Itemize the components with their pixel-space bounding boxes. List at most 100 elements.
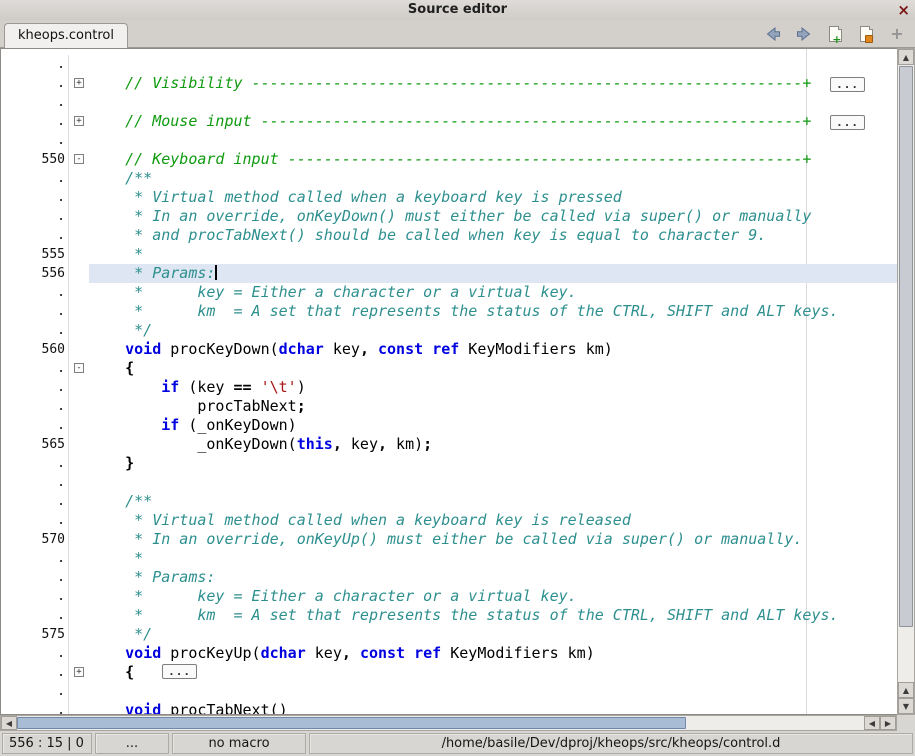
code-text[interactable]: * Virtual method called when a keyboard … <box>89 188 897 207</box>
line-number[interactable]: . <box>15 682 69 701</box>
bookmark-gutter-cell[interactable] <box>1 549 15 568</box>
fold-toggle-icon[interactable]: - <box>74 154 84 164</box>
edit-document-button[interactable] <box>854 23 878 45</box>
bookmark-gutter-cell[interactable] <box>1 625 15 644</box>
code-line[interactable]: .+ {... <box>1 663 897 682</box>
new-document-button[interactable]: + <box>823 23 847 45</box>
bookmark-gutter-cell[interactable] <box>1 340 15 359</box>
code-line[interactable]: . if (_onKeyDown) <box>1 416 897 435</box>
fold-toggle-icon[interactable]: + <box>74 78 84 88</box>
code-line[interactable]: . /** <box>1 169 897 188</box>
go-forward-button[interactable] <box>792 23 816 45</box>
bookmark-gutter-cell[interactable] <box>1 492 15 511</box>
line-number[interactable]: . <box>15 131 69 150</box>
code-text[interactable]: procTabNext; <box>89 397 897 416</box>
line-number[interactable]: . <box>15 169 69 188</box>
bookmark-gutter-cell[interactable] <box>1 644 15 663</box>
line-number[interactable]: . <box>15 701 69 715</box>
code-text[interactable]: */ <box>89 625 897 644</box>
vertical-scrollbar[interactable]: ▲ ▲ ▼ <box>897 48 915 715</box>
line-number[interactable]: 556 <box>15 264 69 283</box>
bookmark-gutter-cell[interactable] <box>1 150 15 169</box>
bookmark-gutter-cell[interactable] <box>1 264 15 283</box>
code-line[interactable]: . procTabNext; <box>1 397 897 416</box>
code-line[interactable]: . * key = Either a character or a virtua… <box>1 283 897 302</box>
code-line[interactable]: . * Params: <box>1 568 897 587</box>
line-number[interactable]: . <box>15 55 69 74</box>
code-text[interactable]: // Keyboard input ----------------------… <box>89 150 897 169</box>
bookmark-gutter-cell[interactable] <box>1 112 15 131</box>
code-text[interactable]: * In an override, onKeyDown() must eithe… <box>89 207 897 226</box>
line-number[interactable]: . <box>15 226 69 245</box>
code-text[interactable] <box>89 682 897 701</box>
line-number[interactable]: . <box>15 321 69 340</box>
code-text[interactable]: // Visibility --------------------------… <box>89 74 897 93</box>
line-number[interactable]: . <box>15 492 69 511</box>
code-text[interactable] <box>89 473 897 492</box>
code-line[interactable]: . } <box>1 454 897 473</box>
code-line[interactable]: 565 _onKeyDown(this, key, km); <box>1 435 897 454</box>
line-number[interactable]: 575 <box>15 625 69 644</box>
line-number[interactable]: . <box>15 378 69 397</box>
scroll-up-button-secondary[interactable]: ▲ <box>898 682 914 698</box>
horizontal-scroll-track[interactable] <box>17 716 864 730</box>
tab-kheops-control[interactable]: kheops.control <box>4 23 128 48</box>
line-number[interactable]: . <box>15 549 69 568</box>
line-number[interactable]: . <box>15 473 69 492</box>
bookmark-gutter-cell[interactable] <box>1 359 15 378</box>
line-number[interactable]: 565 <box>15 435 69 454</box>
code-line[interactable]: 550- // Keyboard input -----------------… <box>1 150 897 169</box>
code-text[interactable]: * km = A set that represents the status … <box>89 606 897 625</box>
fold-toggle-icon[interactable]: + <box>74 667 84 677</box>
line-number[interactable]: 550 <box>15 150 69 169</box>
code-text[interactable]: * key = Either a character or a virtual … <box>89 283 897 302</box>
bookmark-gutter-cell[interactable] <box>1 131 15 150</box>
line-number[interactable]: . <box>15 587 69 606</box>
fold-toggle-icon[interactable]: - <box>74 363 84 373</box>
line-number[interactable]: . <box>15 93 69 112</box>
code-line[interactable]: .- { <box>1 359 897 378</box>
code-text[interactable]: { <box>89 359 897 378</box>
line-number[interactable]: . <box>15 511 69 530</box>
scroll-up-button[interactable]: ▲ <box>898 49 914 65</box>
code-text[interactable]: } <box>89 454 897 473</box>
code-text[interactable] <box>89 93 897 112</box>
line-number[interactable]: . <box>15 644 69 663</box>
code-text[interactable]: * <box>89 245 897 264</box>
bookmark-gutter-cell[interactable] <box>1 207 15 226</box>
scroll-left-button[interactable]: ◀ <box>1 716 17 730</box>
scroll-left-button-secondary[interactable]: ◀ <box>864 716 880 730</box>
folded-code-ellipsis[interactable]: ... <box>162 664 197 679</box>
code-line[interactable]: 575 */ <box>1 625 897 644</box>
line-number[interactable]: 570 <box>15 530 69 549</box>
code-line[interactable]: . * and procTabNext() should be called w… <box>1 226 897 245</box>
code-text[interactable]: */ <box>89 321 897 340</box>
code-text[interactable]: * Params: <box>89 264 897 283</box>
go-back-button[interactable] <box>761 23 785 45</box>
line-number[interactable]: 560 <box>15 340 69 359</box>
code-text[interactable]: * <box>89 549 897 568</box>
detach-editor-button[interactable]: + <box>885 23 909 45</box>
bookmark-gutter-cell[interactable] <box>1 302 15 321</box>
bookmark-gutter-cell[interactable] <box>1 226 15 245</box>
line-number[interactable]: . <box>15 663 69 682</box>
code-text[interactable]: _onKeyDown(this, key, km); <box>89 435 897 454</box>
close-icon[interactable]: × <box>897 1 910 19</box>
bookmark-gutter-cell[interactable] <box>1 568 15 587</box>
code-line[interactable]: .+ // Visibility -----------------------… <box>1 74 897 93</box>
line-number[interactable]: . <box>15 188 69 207</box>
code-text[interactable]: * km = A set that represents the status … <box>89 302 897 321</box>
code-line[interactable]: . <box>1 682 897 701</box>
code-text[interactable]: void procTabNext() <box>89 701 897 715</box>
code-line[interactable]: 570 * In an override, onKeyUp() must eit… <box>1 530 897 549</box>
line-number[interactable]: . <box>15 416 69 435</box>
code-text[interactable]: if (key == '\t') <box>89 378 897 397</box>
line-number[interactable]: . <box>15 454 69 473</box>
scroll-right-button[interactable]: ▶ <box>880 716 896 730</box>
fold-toggle-icon[interactable]: + <box>74 116 84 126</box>
bookmark-gutter-cell[interactable] <box>1 93 15 112</box>
line-number[interactable]: . <box>15 568 69 587</box>
line-number[interactable]: . <box>15 302 69 321</box>
code-line[interactable]: . /** <box>1 492 897 511</box>
bookmark-gutter-cell[interactable] <box>1 321 15 340</box>
